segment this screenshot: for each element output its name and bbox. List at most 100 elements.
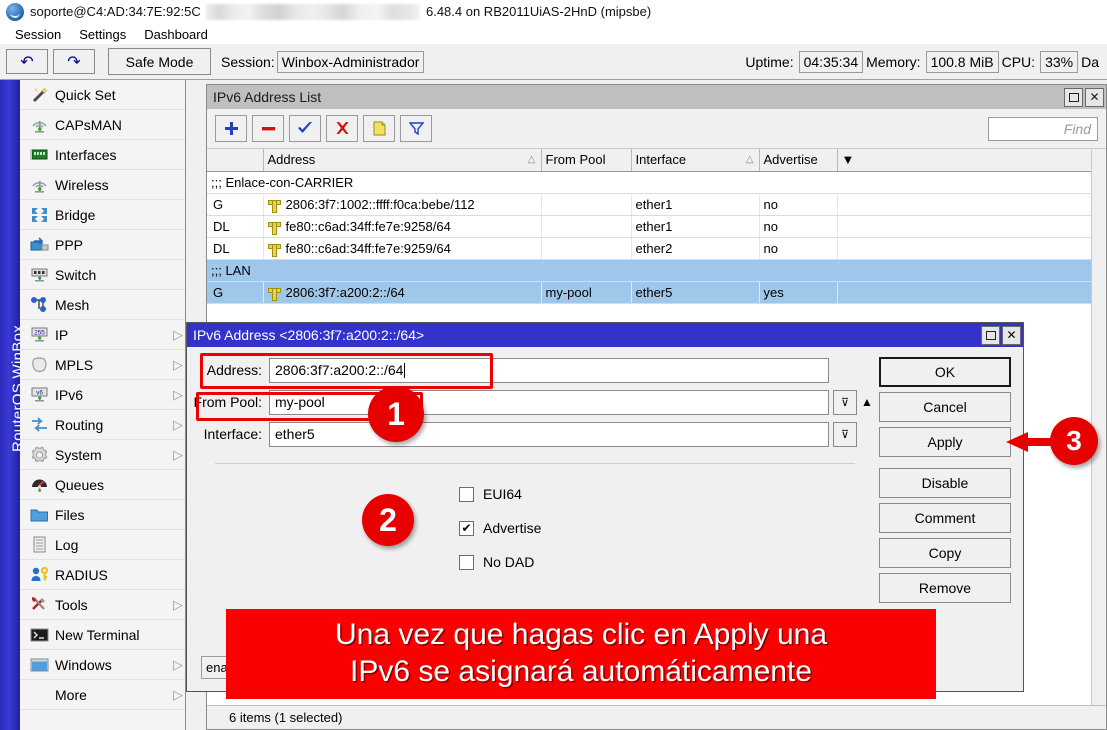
eui64-checkbox-row[interactable]: EUI64 xyxy=(459,477,759,511)
cancel-button[interactable]: Cancel xyxy=(879,392,1011,422)
enable-button[interactable] xyxy=(289,115,321,142)
submenu-arrow: ▷ xyxy=(171,687,185,703)
table-row[interactable]: ;;; Enlace-con-CARRIER xyxy=(207,171,1091,193)
maximize-icon[interactable] xyxy=(1064,88,1083,107)
sidebar-item-label: Routing xyxy=(52,417,171,433)
sidebar-item-mpls[interactable]: MPLS ▷ xyxy=(20,350,185,380)
column-header-advertise[interactable]: Advertise xyxy=(759,149,837,171)
table-row[interactable]: ;;; LAN xyxy=(207,259,1091,281)
cell-advertise: no xyxy=(759,237,837,259)
dialog-separator xyxy=(215,463,855,464)
copy-button[interactable]: Copy xyxy=(879,538,1011,568)
sidebar-item-switch[interactable]: Switch xyxy=(20,260,185,290)
dialog-title: IPv6 Address <2806:3f7:a200:2::/64> xyxy=(193,327,424,343)
sidebar-item-queues[interactable]: Queues xyxy=(20,470,185,500)
sidebar-item-windows[interactable]: Windows ▷ xyxy=(20,650,185,680)
from-pool-up-arrow-icon[interactable]: ▲ xyxy=(857,390,877,415)
column-header-flags[interactable] xyxy=(207,149,263,171)
add-button[interactable] xyxy=(215,115,247,142)
address-pin-icon xyxy=(268,286,279,299)
terminal-icon xyxy=(26,624,52,646)
sidebar-item-capsman[interactable]: CAPsMAN xyxy=(20,110,185,140)
no-dad-label: No DAD xyxy=(483,554,534,570)
item-count-label: 6 items (1 selected) xyxy=(215,710,342,725)
session-value[interactable]: Winbox-Administrador xyxy=(277,51,425,73)
magic-wand-icon xyxy=(26,84,52,106)
sidebar-item-ppp[interactable]: PPP xyxy=(20,230,185,260)
menu-item-settings[interactable]: Settings xyxy=(70,26,135,43)
sidebar-item-label: Log xyxy=(52,537,171,553)
from-pool-input[interactable]: my-pool xyxy=(269,390,829,415)
column-header-from-pool[interactable]: From Pool xyxy=(541,149,631,171)
callout-3: 3 xyxy=(1050,417,1098,465)
advertise-checkbox-row[interactable]: ✔ Advertise xyxy=(459,511,759,545)
column-header-interface[interactable]: Interface△ xyxy=(631,149,759,171)
memory-value: 100.8 MiB xyxy=(926,51,999,73)
sidebar-item-ipv6[interactable]: v6 IPv6 ▷ xyxy=(20,380,185,410)
sidebar-item-system[interactable]: System ▷ xyxy=(20,440,185,470)
main-toolbar: ↶ ↷ Safe Mode Session: Winbox-Administra… xyxy=(0,44,1107,80)
cell-advertise: no xyxy=(759,193,837,215)
sidebar-item-more[interactable]: More ▷ xyxy=(20,680,185,710)
callout-2: 2 xyxy=(362,494,414,546)
dialog-title-bar: IPv6 Address <2806:3f7:a200:2::/64> ✕ xyxy=(187,323,1023,347)
sidebar-item-routing[interactable]: Routing ▷ xyxy=(20,410,185,440)
close-icon[interactable]: ✕ xyxy=(1002,326,1021,345)
sidebar-item-interfaces[interactable]: Interfaces xyxy=(20,140,185,170)
table-row[interactable]: G 2806:3f7:a200:2::/64 my-pool ether5 ye… xyxy=(207,281,1091,303)
interface-input[interactable]: ether5 xyxy=(269,422,829,447)
address-input[interactable]: 2806:3f7:a200:2::/64 xyxy=(269,358,829,383)
disable-button[interactable] xyxy=(326,115,358,142)
sidebar-item-bridge[interactable]: Bridge xyxy=(20,200,185,230)
filter-button[interactable] xyxy=(400,115,432,142)
comment-button[interactable]: Comment xyxy=(879,503,1011,533)
session-label: Session: xyxy=(221,54,275,70)
sidebar-item-mesh[interactable]: Mesh xyxy=(20,290,185,320)
sidebar-item-radius[interactable]: RADIUS xyxy=(20,560,185,590)
antenna-icon xyxy=(26,174,52,196)
ppp-icon xyxy=(26,234,52,256)
menu-item-session[interactable]: Session xyxy=(6,26,70,43)
table-row[interactable]: G 2806:3f7:1002::ffff:f0ca:bebe/112 ethe… xyxy=(207,193,1091,215)
sidebar-item-ip[interactable]: 255 IP ▷ xyxy=(20,320,185,350)
sidebar-item-wireless[interactable]: Wireless xyxy=(20,170,185,200)
redo-arrow-icon[interactable]: ↷ xyxy=(53,49,95,74)
cell-interface: ether1 xyxy=(631,193,759,215)
column-header-address[interactable]: Address△ xyxy=(263,149,541,171)
sidebar-item-quick-set[interactable]: Quick Set xyxy=(20,80,185,110)
remove-button[interactable]: Remove xyxy=(879,573,1011,603)
column-chooser-button[interactable]: ▼ xyxy=(837,149,1091,171)
from-pool-label: From Pool: xyxy=(187,394,269,410)
antenna-icon xyxy=(26,114,52,136)
no-dad-checkbox[interactable] xyxy=(459,555,474,570)
sidebar-item-label: More xyxy=(52,687,171,703)
sidebar-item-log[interactable]: Log xyxy=(20,530,185,560)
dialog-fields: Address: 2806:3f7:a200:2::/64 From Pool:… xyxy=(187,357,877,453)
sidebar-item-files[interactable]: Files xyxy=(20,500,185,530)
address-pin-icon xyxy=(268,220,279,233)
close-icon[interactable]: ✕ xyxy=(1085,88,1104,107)
apply-button[interactable]: Apply xyxy=(879,427,1011,457)
cell-address: fe80::c6ad:34ff:fe7e:9258/64 xyxy=(263,215,541,237)
from-pool-dropdown-icon[interactable]: ⊽ xyxy=(833,390,857,415)
ok-button[interactable]: OK xyxy=(879,357,1011,387)
find-input[interactable]: Find xyxy=(988,117,1098,141)
maximize-icon[interactable] xyxy=(981,326,1000,345)
advertise-checkbox[interactable]: ✔ xyxy=(459,521,474,536)
no-dad-checkbox-row[interactable]: No DAD xyxy=(459,545,759,579)
sidebar-item-tools[interactable]: Tools ▷ xyxy=(20,590,185,620)
table-row[interactable]: DL fe80::c6ad:34ff:fe7e:9259/64 ether2 n… xyxy=(207,237,1091,259)
comment-button[interactable] xyxy=(363,115,395,142)
cell-address: 2806:3f7:a200:2::/64 xyxy=(263,281,541,303)
undo-arrow-icon[interactable]: ↶ xyxy=(6,49,48,74)
sidebar-item-label: Bridge xyxy=(52,207,171,223)
memory-label: Memory: xyxy=(866,54,920,70)
sidebar-item-new-terminal[interactable]: New Terminal xyxy=(20,620,185,650)
safe-mode-button[interactable]: Safe Mode xyxy=(108,48,211,75)
disable-button[interactable]: Disable xyxy=(879,468,1011,498)
remove-button[interactable] xyxy=(252,115,284,142)
table-row[interactable]: DL fe80::c6ad:34ff:fe7e:9258/64 ether1 n… xyxy=(207,215,1091,237)
eui64-checkbox[interactable] xyxy=(459,487,474,502)
menu-item-dashboard[interactable]: Dashboard xyxy=(135,26,217,43)
interface-dropdown-icon[interactable]: ⊽ xyxy=(833,422,857,447)
